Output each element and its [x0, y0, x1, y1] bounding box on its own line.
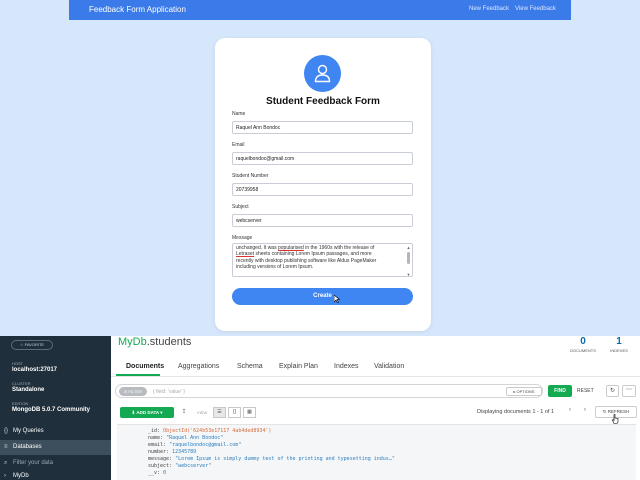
tab-schema[interactable]: Schema — [237, 363, 263, 370]
name-input[interactable]: Raquel Ann Bondoc — [232, 121, 413, 134]
form-title: Student Feedback Form — [266, 96, 380, 107]
avatar — [304, 55, 341, 92]
sidebar-filter-placeholder: Filter your data — [13, 460, 54, 466]
student-number-label: Student Number — [232, 173, 269, 179]
sidebar-item-label: Databases — [13, 444, 42, 450]
sidebar-item-my-queries[interactable]: {} My Queries — [0, 424, 111, 439]
documents-stat: 0 DOCUMENTS — [565, 336, 601, 353]
user-icon — [314, 64, 331, 83]
tab-documents[interactable]: Documents — [126, 363, 164, 370]
options-button[interactable]: ▸ OPTIONS — [506, 387, 542, 396]
edition-caption: EDITION — [12, 401, 29, 406]
indexes-caption: INDEXES — [610, 348, 628, 353]
query-history-icon[interactable]: ↻ — [606, 385, 619, 397]
sidebar-item-label: MyDb — [13, 473, 29, 479]
scroll-up-icon[interactable]: ▲ — [406, 245, 411, 251]
chevron-right-icon: › — [4, 473, 6, 479]
mouse-cursor-icon — [334, 295, 340, 303]
collection-panel: MyDb.students 0 DOCUMENTS 1 INDEXES Docu… — [111, 336, 640, 480]
next-page-icon[interactable]: › — [584, 407, 586, 413]
filter-tag: ⊘ FILTER — [119, 387, 147, 396]
email-label: Email — [232, 142, 245, 148]
tab-aggregations[interactable]: Aggregations — [178, 363, 219, 370]
indexes-count: 1 — [616, 336, 622, 347]
json-view-icon[interactable]: {} — [228, 407, 241, 418]
message-label: Message — [232, 235, 253, 241]
host-caption: HOST — [12, 361, 24, 366]
reset-button[interactable]: RESET — [577, 388, 594, 394]
previous-page-icon[interactable]: ‹ — [569, 407, 571, 413]
subject-label: Subject — [232, 204, 249, 210]
message-textarea[interactable]: unchanged. It was popularised in the 196… — [232, 243, 413, 277]
subject-input[interactable]: webcserver — [232, 214, 413, 227]
document-card[interactable]: _id: ObjectId('624b53e17117 4ab4ded8934'… — [117, 424, 636, 480]
message-line: including versions of Lorem Ipsum. — [236, 263, 314, 270]
document-field: _id: ObjectId('624b53e17117 4ab4ded8934'… — [148, 428, 272, 434]
collection-title: MyDb.students — [118, 336, 192, 348]
document-field: __v: 0 — [148, 470, 167, 476]
favorite-button[interactable]: ☆ FAVORITE — [11, 340, 53, 350]
add-data-button[interactable]: ⬇ ADD DATA ▾ — [120, 407, 174, 418]
document-field: number: 12345789 — [148, 449, 197, 455]
documents-count: 0 — [580, 336, 586, 347]
find-button[interactable]: FIND — [548, 385, 572, 397]
cluster-caption: CLUSTER — [12, 381, 31, 386]
name-label: Name — [232, 111, 246, 117]
document-field: email: "raquelbondoc@gmail.com" — [148, 442, 242, 448]
sidebar-item-mydb[interactable]: › MyDb — [0, 472, 111, 480]
feedback-app: Feedback Form Application New Feedback V… — [0, 0, 640, 336]
student-number-input[interactable]: 20739958 — [232, 183, 413, 196]
table-view-icon[interactable]: ▦ — [243, 407, 256, 418]
query-filter-bar[interactable]: ⊘ FILTER { field: 'value' } ▸ OPTIONS — [115, 384, 543, 398]
host-value: localhost:27017 — [12, 367, 58, 373]
sidebar-filter-input[interactable]: ⌕ Filter your data — [0, 456, 111, 471]
list-view-icon[interactable]: ☰ — [213, 407, 226, 418]
filter-input[interactable]: { field: 'value' } — [153, 389, 185, 395]
tab-indexes[interactable]: Indexes — [334, 363, 359, 370]
view-label: VIEW — [197, 410, 208, 415]
edition-value: MongoDB 5.0.7 Community — [12, 407, 91, 413]
export-icon[interactable]: ⇪ — [179, 407, 189, 418]
mongodb-compass: ☆ FAVORITE HOST localhost:27017 CLUSTER … — [0, 336, 640, 480]
cluster-value: Standalone — [12, 387, 45, 393]
document-field: subject: "webcserver" — [148, 463, 212, 469]
more-options-icon[interactable]: ⋯ — [622, 385, 636, 397]
database-icon: ≡ — [4, 444, 8, 450]
pointer-hand-icon — [612, 414, 619, 424]
scroll-down-icon[interactable]: ▼ — [406, 272, 411, 276]
sidebar-item-databases[interactable]: ≡ Databases — [0, 440, 111, 455]
document-field: message: "Lorem Ipsum is simply dummy te… — [148, 456, 395, 462]
navbar-brand[interactable]: Feedback Form Application — [89, 5, 186, 14]
compass-sidebar: ☆ FAVORITE HOST localhost:27017 CLUSTER … — [0, 336, 111, 480]
sidebar-item-label: My Queries — [13, 428, 44, 434]
message-scrollbar[interactable]: ▲ ▼ — [406, 245, 411, 276]
nav-link-view-feedback[interactable]: View Feedback — [515, 6, 556, 12]
nav-link-new-feedback[interactable]: New Feedback — [469, 6, 509, 12]
email-input[interactable]: raquelbondoc@gmail.com — [232, 152, 413, 165]
search-icon: ⌕ — [4, 460, 8, 466]
scrollbar-thumb[interactable] — [407, 252, 410, 264]
document-field: name: "Raquel Ann Bondoc" — [148, 435, 224, 441]
braces-icon: {} — [4, 428, 9, 434]
create-button[interactable]: Create — [232, 288, 413, 305]
tabs-divider — [111, 376, 640, 377]
tab-explain-plan[interactable]: Explain Plan — [279, 363, 318, 370]
indexes-stat: 1 INDEXES — [601, 336, 637, 353]
tab-validation[interactable]: Validation — [374, 363, 404, 370]
documents-caption: DOCUMENTS — [570, 348, 596, 353]
documents-range-text: Displaying documents 1 - 1 of 1 — [477, 409, 555, 415]
navbar: Feedback Form Application New Feedback V… — [69, 0, 571, 20]
